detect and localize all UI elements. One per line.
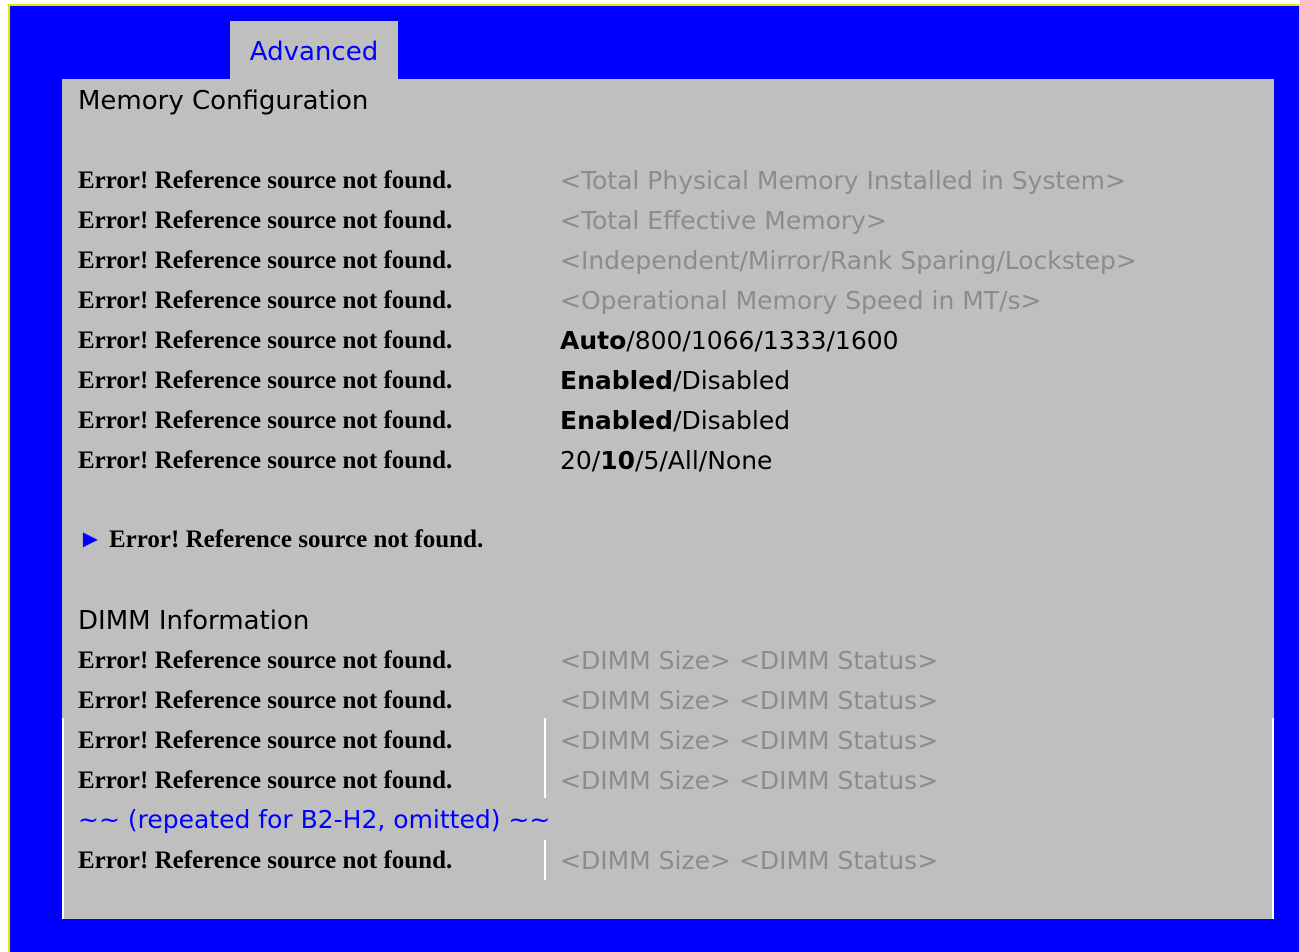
setting-label: Error! Reference source not found. bbox=[78, 367, 453, 394]
other-options: /Disabled bbox=[673, 406, 791, 435]
memory-frequency-setting[interactable]: Error! Reference source not found. Auto/… bbox=[78, 321, 1258, 361]
selected-option: 10 bbox=[600, 446, 636, 475]
setting-label: Error! Reference source not found. bbox=[78, 167, 453, 194]
threshold-setting[interactable]: Error! Reference source not found. 20/10… bbox=[78, 441, 1258, 481]
dimm-row: Error! Reference source not found. <DIMM… bbox=[78, 721, 1258, 761]
dimm-section-title: DIMM Information bbox=[78, 606, 310, 636]
memory-mode-row: Error! Reference source not found. <Inde… bbox=[78, 241, 1258, 281]
selected-option: Auto bbox=[560, 326, 627, 355]
dimm-value: <DIMM Size> <DIMM Status> bbox=[560, 766, 939, 795]
dimm-value: <DIMM Size> <DIMM Status> bbox=[560, 846, 939, 875]
submenu-arrow-icon: ► bbox=[78, 526, 103, 553]
tab-advanced[interactable]: Advanced bbox=[230, 21, 398, 79]
option-prefix: 20/ bbox=[560, 446, 601, 475]
dimm-row: Error! Reference source not found. <DIMM… bbox=[78, 761, 1258, 801]
panel-edge-right bbox=[1272, 718, 1274, 919]
setting-options[interactable]: Enabled/Disabled bbox=[560, 361, 790, 401]
selected-option: Enabled bbox=[560, 366, 674, 395]
setting-options[interactable]: Enabled/Disabled bbox=[560, 401, 790, 441]
panel-edge-left bbox=[62, 718, 64, 919]
column-divider bbox=[544, 718, 546, 798]
total-memory-row: Error! Reference source not found. <Tota… bbox=[78, 161, 1258, 201]
dimm-label: Error! Reference source not found. bbox=[78, 767, 453, 794]
submenu-label: Error! Reference source not found. bbox=[109, 526, 484, 553]
enabled-disabled-setting-2[interactable]: Error! Reference source not found. Enabl… bbox=[78, 401, 1258, 441]
page-title: Memory Configuration bbox=[78, 86, 369, 116]
memory-speed-row: Error! Reference source not found. <Oper… bbox=[78, 281, 1258, 321]
other-options: /Disabled bbox=[673, 366, 791, 395]
dimm-label: Error! Reference source not found. bbox=[78, 687, 453, 714]
dimm-row: Error! Reference source not found. <DIMM… bbox=[78, 681, 1258, 721]
setting-label: Error! Reference source not found. bbox=[78, 407, 453, 434]
dimm-row: Error! Reference source not found. <DIMM… bbox=[78, 841, 1258, 881]
setting-value: <Total Effective Memory> bbox=[560, 206, 887, 235]
enabled-disabled-setting-1[interactable]: Error! Reference source not found. Enabl… bbox=[78, 361, 1258, 401]
dimm-value: <DIMM Size> <DIMM Status> bbox=[560, 646, 939, 675]
dimm-value: <DIMM Size> <DIMM Status> bbox=[560, 726, 939, 755]
setting-value: <Operational Memory Speed in MT/s> bbox=[560, 286, 1042, 315]
dimm-label: Error! Reference source not found. bbox=[78, 727, 453, 754]
setting-value: <Independent/Mirror/Rank Sparing/Lockste… bbox=[560, 246, 1137, 275]
setting-label: Error! Reference source not found. bbox=[78, 247, 453, 274]
dimm-label: Error! Reference source not found. bbox=[78, 847, 453, 874]
setting-label: Error! Reference source not found. bbox=[78, 327, 453, 354]
setting-label: Error! Reference source not found. bbox=[78, 287, 453, 314]
selected-option: Enabled bbox=[560, 406, 674, 435]
dimm-label: Error! Reference source not found. bbox=[78, 647, 453, 674]
column-divider bbox=[544, 840, 546, 880]
setting-label: Error! Reference source not found. bbox=[78, 207, 453, 234]
setting-options[interactable]: 20/10/5/All/None bbox=[560, 441, 772, 481]
effective-memory-row: Error! Reference source not found. <Tota… bbox=[78, 201, 1258, 241]
other-options: /800/1066/1333/1600 bbox=[626, 326, 899, 355]
setting-value: <Total Physical Memory Installed in Syst… bbox=[560, 166, 1126, 195]
submenu-link[interactable]: ► Error! Reference source not found. bbox=[78, 520, 483, 560]
dimm-value: <DIMM Size> <DIMM Status> bbox=[560, 686, 939, 715]
other-options: /5/All/None bbox=[635, 446, 773, 475]
omitted-rows-note: ~~ (repeated for B2-H2, omitted) ~~ bbox=[78, 805, 551, 834]
setting-label: Error! Reference source not found. bbox=[78, 447, 453, 474]
setting-options[interactable]: Auto/800/1066/1333/1600 bbox=[560, 321, 899, 361]
dimm-row: Error! Reference source not found. <DIMM… bbox=[78, 641, 1258, 681]
